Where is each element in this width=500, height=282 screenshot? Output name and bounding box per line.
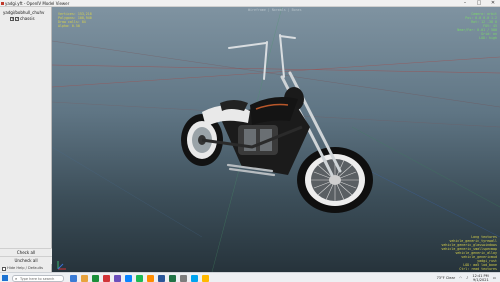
hud-line: LOD: high (479, 36, 497, 40)
expand-icon[interactable]: + (10, 16, 14, 21)
taskbar-app-icon[interactable] (202, 274, 209, 282)
notifications-icon[interactable]: ▭ (493, 276, 496, 280)
tree-root-item[interactable]: yadgi/bobhull_chuhv (3, 10, 44, 15)
taskbar-app-icon[interactable] (81, 274, 88, 282)
hud-texture-list: Long textures vehicle_generic_tyrewall v… (441, 235, 497, 271)
viewport-scene (52, 7, 500, 272)
taskbar-pinned-apps (70, 274, 209, 282)
maximize-button[interactable]: □ (472, 0, 486, 7)
volume-icon[interactable]: ♪ (466, 276, 468, 280)
motorcycle-model (181, 34, 373, 213)
system-tray: 73°F Clear ◠ ♪ 12:41 PM 9/1/2021 ▭ (437, 273, 496, 282)
checkbox-chassis[interactable]: ✓ (15, 16, 19, 21)
taskbar-app-icon[interactable] (114, 274, 121, 282)
start-button[interactable] (2, 275, 8, 281)
clock-date: 9/1/2021 (472, 278, 489, 282)
search-placeholder: Type here to search (20, 276, 55, 281)
taskbar-app-icon[interactable] (125, 274, 132, 282)
window-controls: – □ ✕ (458, 0, 500, 7)
title-bar: yadgi.yft - OpenIV Model Viewer – □ ✕ (0, 0, 500, 7)
3d-viewport[interactable]: Wireframe | Normals | Bones Vertices: 15… (52, 7, 500, 272)
taskbar-app-icon[interactable] (180, 274, 187, 282)
axis-gizmo-icon (57, 261, 66, 270)
uncheck-all-button[interactable]: Uncheck all (0, 256, 52, 264)
taskbar-app-icon[interactable] (147, 274, 154, 282)
taskbar-search-input[interactable]: ⌕ Type here to search (12, 274, 64, 282)
grid-axis-z (351, 126, 500, 208)
search-icon: ⌕ (15, 275, 18, 281)
taskbar-app-icon[interactable] (70, 274, 77, 282)
taskbar-app-icon[interactable] (136, 274, 143, 282)
viewport-mode-info: Wireframe | Normals | Bones (248, 8, 302, 12)
hud-right-stats: Camera: orbit Pos: 0.0 0.0 1.2 Rot: 12 -… (457, 12, 497, 40)
app-icon (1, 1, 4, 5)
front-wheel (297, 147, 373, 213)
check-all-button[interactable]: Check all (0, 248, 52, 256)
minimize-button[interactable]: – (458, 0, 472, 7)
taskbar-app-icon[interactable] (103, 274, 110, 282)
clock[interactable]: 12:41 PM 9/1/2021 (472, 274, 488, 282)
taskbar-app-icon[interactable] (191, 274, 198, 282)
help-toggle[interactable]: Hide Help / Defaults (2, 266, 43, 271)
taskbar-app-icon[interactable] (158, 274, 165, 282)
wifi-icon[interactable]: ◠ (459, 276, 462, 280)
tree-item-label: chassis (20, 16, 35, 21)
tree-item-chassis[interactable]: + ✓ chassis (10, 16, 35, 21)
taskbar-app-icon[interactable] (92, 274, 99, 282)
grid-line (52, 146, 203, 238)
handlebars (228, 34, 296, 80)
help-checkbox[interactable] (2, 266, 6, 271)
window-title: yadgi.yft - OpenIV Model Viewer (5, 1, 70, 6)
close-button[interactable]: ✕ (486, 0, 500, 7)
grid-line (361, 166, 500, 238)
hud-line: Alpha: 0.50 (58, 24, 80, 28)
hud-line: Ctrl: read textures (459, 267, 497, 271)
weather-widget[interactable]: 73°F Clear (437, 276, 455, 280)
help-toggle-label: Hide Help / Defaults (7, 266, 44, 270)
windows-taskbar: ⌕ Type here to search 73°F Clear ◠ ♪ 12:… (0, 272, 500, 282)
grid-line (52, 40, 500, 108)
model-tree-panel: yadgi/bobhull_chuhv + ✓ chassis Check al… (0, 7, 52, 272)
hud-left-stats: Vertices: 153,218 Polygons: 108,940 Draw… (58, 12, 92, 28)
taskbar-app-icon[interactable] (169, 274, 176, 282)
